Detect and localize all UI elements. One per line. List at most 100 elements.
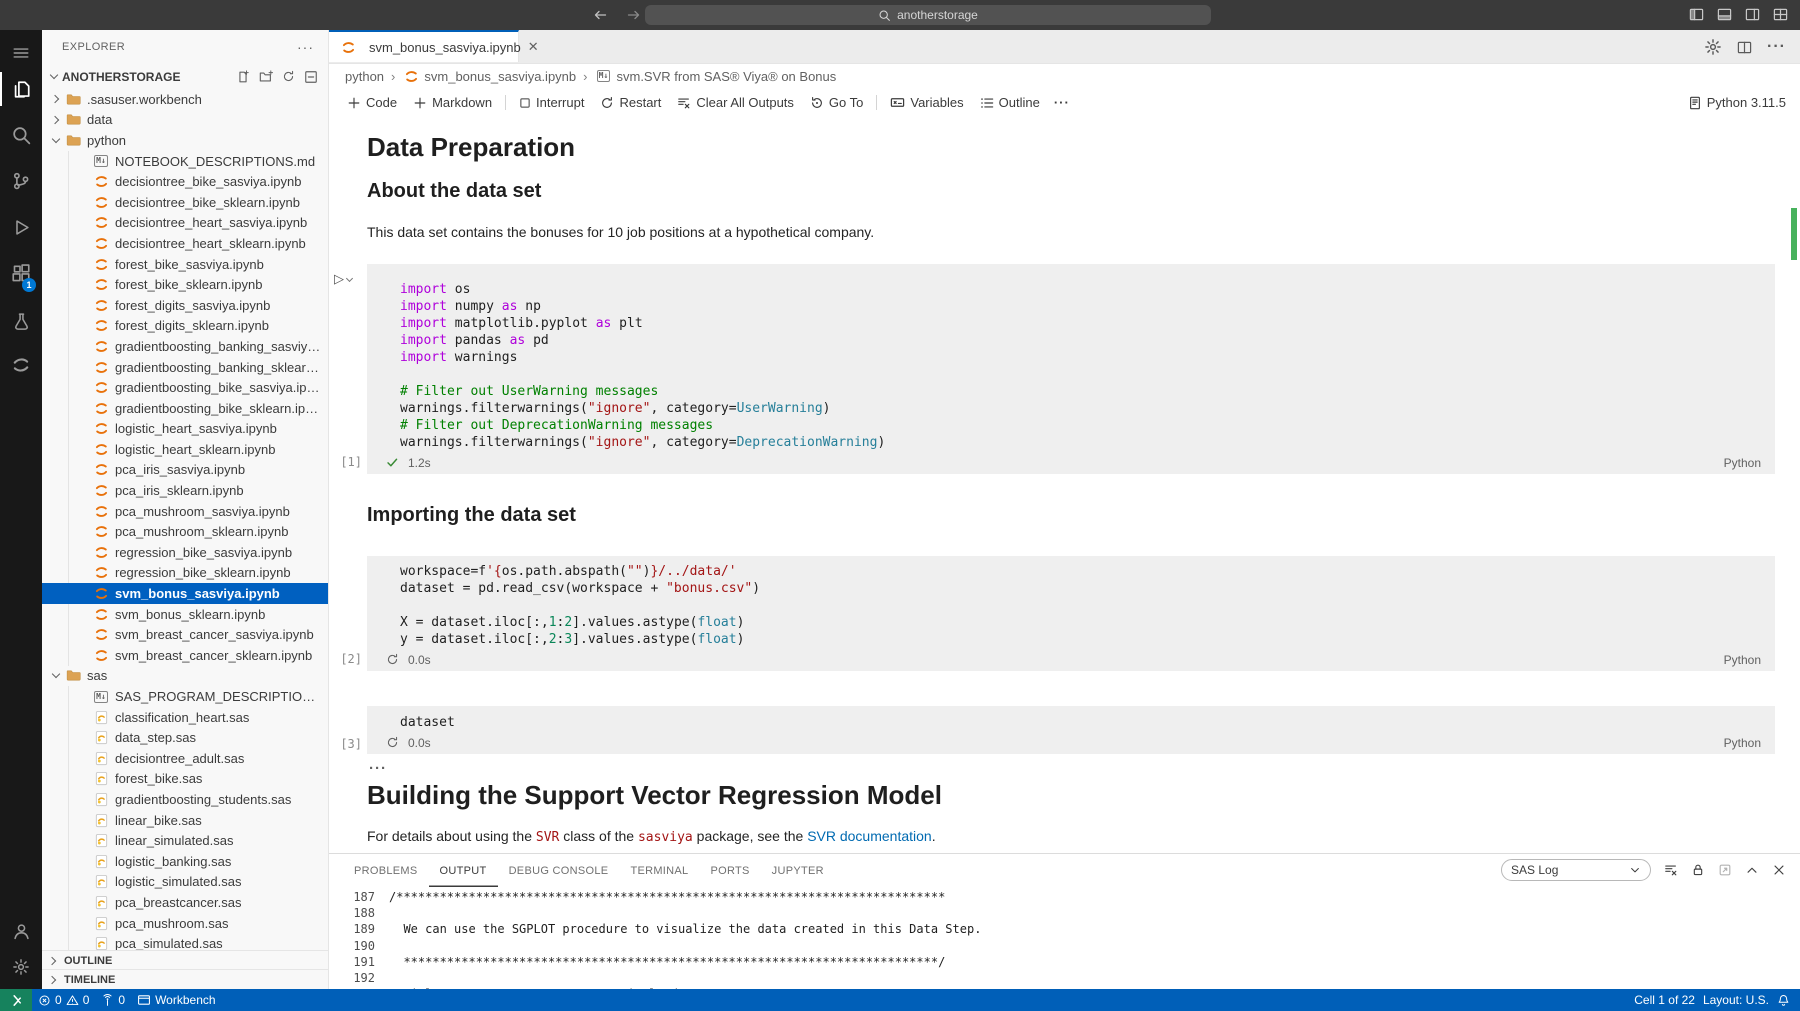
toolbar-variables-button[interactable]: Variables xyxy=(882,92,971,114)
tree-item-forest_digits_sklearn.ipynb[interactable]: forest_digits_sklearn.ipynb xyxy=(42,316,328,337)
source-control-icon[interactable] xyxy=(0,164,42,198)
clear-output-icon[interactable] xyxy=(1664,863,1678,877)
toolbar-clear-all-outputs-button[interactable]: Clear All Outputs xyxy=(669,92,802,114)
toolbar-more-icon[interactable]: ··· xyxy=(1048,95,1076,110)
code-cell-2[interactable]: [2] workspace=f'{os.path.abspath("")}/..… xyxy=(367,556,1775,671)
open-output-icon[interactable] xyxy=(1718,863,1732,877)
breadcrumb-item[interactable]: python xyxy=(345,69,384,84)
tree-item-pca_mushroom_sklearn.ipynb[interactable]: pca_mushroom_sklearn.ipynb xyxy=(42,521,328,542)
cell-code[interactable]: dataset xyxy=(367,706,1775,731)
tree-item-pca_iris_sklearn.ipynb[interactable]: pca_iris_sklearn.ipynb xyxy=(42,480,328,501)
panel-tab-problems[interactable]: PROBLEMS xyxy=(343,855,429,887)
toolbar-outline-button[interactable]: Outline xyxy=(972,92,1048,114)
tree-item-logistic_banking.sas[interactable]: logistic_banking.sas xyxy=(42,851,328,872)
breadcrumb-item[interactable]: svm_bonus_sasviya.ipynb xyxy=(402,69,576,84)
toolbar-go-to-button[interactable]: Go To xyxy=(802,92,871,114)
tree-item-decisiontree_bike_sasviya.ipynb[interactable]: decisiontree_bike_sasviya.ipynb xyxy=(42,171,328,192)
new-file-icon[interactable] xyxy=(236,70,250,84)
explorer-more-icon[interactable]: ··· xyxy=(297,39,314,55)
toggle-sidebar-right-icon[interactable] xyxy=(1745,7,1760,22)
tree-item-NOTEBOOK_DESCRIPTIONS.md[interactable]: M↓NOTEBOOK_DESCRIPTIONS.md xyxy=(42,151,328,172)
tree-item-logistic_heart_sasviya.ipynb[interactable]: logistic_heart_sasviya.ipynb xyxy=(42,419,328,440)
panel-tab-debug-console[interactable]: DEBUG CONSOLE xyxy=(498,855,620,887)
cell-code[interactable]: workspace=f'{os.path.abspath("")}/../dat… xyxy=(367,556,1775,648)
lock-scroll-icon[interactable] xyxy=(1691,863,1705,877)
account-icon[interactable] xyxy=(0,914,42,948)
tree-item-python[interactable]: python xyxy=(42,130,328,151)
run-debug-icon[interactable] xyxy=(0,210,42,244)
tree-item-linear_bike.sas[interactable]: linear_bike.sas xyxy=(42,810,328,831)
tree-item-forest_digits_sasviya.ipynb[interactable]: forest_digits_sasviya.ipynb xyxy=(42,295,328,316)
cell-indicator[interactable]: Cell 1 of 22 xyxy=(1634,993,1695,1007)
output-channel-dropdown[interactable]: SAS Log xyxy=(1501,859,1651,881)
new-folder-icon[interactable] xyxy=(259,70,273,84)
layout-indicator[interactable]: Layout: U.S. xyxy=(1703,993,1769,1007)
output-lines[interactable]: 187/************************************… xyxy=(329,887,1800,989)
tree-item-gradientboosting_banking_sklearn.ipynb[interactable]: gradientboosting_banking_sklearn.ipynb xyxy=(42,357,328,378)
tab-svm-bonus-sasviya[interactable]: svm_bonus_sasviya.ipynb ✕ xyxy=(329,30,519,62)
code-cell-3[interactable]: [3] dataset 0.0s Python xyxy=(367,706,1775,756)
timeline-section[interactable]: TIMELINE xyxy=(42,969,328,989)
tree-item-regression_bike_sasviya.ipynb[interactable]: regression_bike_sasviya.ipynb xyxy=(42,542,328,563)
tree-item-decisiontree_bike_sklearn.ipynb[interactable]: decisiontree_bike_sklearn.ipynb xyxy=(42,192,328,213)
cell-language[interactable]: Python xyxy=(1724,736,1761,750)
tree-item-gradientboosting_banking_sasviya.ipynb[interactable]: gradientboosting_banking_sasviya.ipynb xyxy=(42,336,328,357)
panel-tab-terminal[interactable]: TERMINAL xyxy=(619,855,699,887)
tree-item-decisiontree_heart_sklearn.ipynb[interactable]: decisiontree_heart_sklearn.ipynb xyxy=(42,233,328,254)
tree-item-pca_simulated.sas[interactable]: pca_simulated.sas xyxy=(42,933,328,951)
close-panel-icon[interactable] xyxy=(1772,863,1786,877)
toolbar-interrupt-button[interactable]: Interrupt xyxy=(511,92,592,114)
maximize-panel-icon[interactable] xyxy=(1745,863,1759,877)
tree-item-decisiontree_adult.sas[interactable]: decisiontree_adult.sas xyxy=(42,748,328,769)
workbench-status[interactable]: Workbench xyxy=(131,993,221,1007)
tree-item-linear_simulated.sas[interactable]: linear_simulated.sas xyxy=(42,830,328,851)
command-center-search[interactable]: anotherstorage xyxy=(645,5,1211,25)
tree-item-gradientboosting_bike_sasviya.ipynb[interactable]: gradientboosting_bike_sasviya.ipynb xyxy=(42,377,328,398)
tree-item-data[interactable]: data xyxy=(42,110,328,131)
tree-item-pca_mushroom.sas[interactable]: pca_mushroom.sas xyxy=(42,913,328,934)
code-cell-1[interactable]: ▷ [1] import osimport numpy as npimport … xyxy=(367,264,1775,474)
gear-icon[interactable] xyxy=(1704,38,1722,56)
split-editor-icon[interactable] xyxy=(1737,38,1752,56)
kernel-picker[interactable]: Python 3.11.5 xyxy=(1688,95,1786,110)
tree-item-logistic_simulated.sas[interactable]: logistic_simulated.sas xyxy=(42,872,328,893)
workspace-section-header[interactable]: ANOTHERSTORAGE xyxy=(42,64,328,89)
toolbar-restart-button[interactable]: Restart xyxy=(592,92,669,114)
sas-extension-icon[interactable] xyxy=(0,348,42,382)
bell-icon[interactable] xyxy=(1777,994,1790,1007)
problems-status[interactable]: 0 0 xyxy=(32,993,95,1007)
tree-item-svm_breast_cancer_sklearn.ipynb[interactable]: svm_breast_cancer_sklearn.ipynb xyxy=(42,645,328,666)
tree-item-logistic_heart_sklearn.ipynb[interactable]: logistic_heart_sklearn.ipynb xyxy=(42,439,328,460)
toggle-sidebar-left-icon[interactable] xyxy=(1689,7,1704,22)
cell-code[interactable]: import osimport numpy as npimport matplo… xyxy=(367,264,1775,451)
ports-status[interactable]: 0 xyxy=(95,993,131,1007)
tree-item-regression_bike_sklearn.ipynb[interactable]: regression_bike_sklearn.ipynb xyxy=(42,563,328,584)
tree-item-decisiontree_heart_sasviya.ipynb[interactable]: decisiontree_heart_sasviya.ipynb xyxy=(42,213,328,234)
tree-item-pca_breastcancer.sas[interactable]: pca_breastcancer.sas xyxy=(42,892,328,913)
tree-item-svm_bonus_sklearn.ipynb[interactable]: svm_bonus_sklearn.ipynb xyxy=(42,604,328,625)
forward-arrow-icon[interactable] xyxy=(626,7,642,23)
toolbar-markdown-button[interactable]: Markdown xyxy=(405,92,500,114)
menu-icon[interactable] xyxy=(0,36,42,70)
customize-layout-icon[interactable] xyxy=(1773,7,1788,22)
tree-item-gradientboosting_bike_sklearn.ipynb[interactable]: gradientboosting_bike_sklearn.ipynb xyxy=(42,398,328,419)
breadcrumb-item[interactable]: M↓svm.SVR from SAS® Viya® on Bonus xyxy=(594,69,836,84)
testing-beaker-icon[interactable] xyxy=(0,304,42,338)
tree-item-gradientboosting_students.sas[interactable]: gradientboosting_students.sas xyxy=(42,789,328,810)
panel-tab-output[interactable]: OUTPUT xyxy=(429,855,498,887)
panel-tab-ports[interactable]: PORTS xyxy=(699,855,760,887)
outline-section[interactable]: OUTLINE xyxy=(42,950,328,970)
tree-item-classification_heart.sas[interactable]: classification_heart.sas xyxy=(42,707,328,728)
toolbar-code-button[interactable]: Code xyxy=(339,92,405,114)
settings-gear-icon[interactable] xyxy=(0,950,42,984)
panel-tab-jupyter[interactable]: JUPYTER xyxy=(761,855,835,887)
cell-language[interactable]: Python xyxy=(1724,653,1761,667)
collapse-folders-icon[interactable] xyxy=(304,70,318,84)
cell-more-actions[interactable]: ··· xyxy=(369,760,387,777)
tree-item-.sasuser.workbench[interactable]: .sasuser.workbench xyxy=(42,89,328,110)
remote-indicator[interactable] xyxy=(0,989,32,1011)
tree-item-pca_iris_sasviya.ipynb[interactable]: pca_iris_sasviya.ipynb xyxy=(42,460,328,481)
back-arrow-icon[interactable] xyxy=(592,7,608,23)
toggle-panel-icon[interactable] xyxy=(1717,7,1732,22)
tree-item-forest_bike_sasviya.ipynb[interactable]: forest_bike_sasviya.ipynb xyxy=(42,254,328,275)
